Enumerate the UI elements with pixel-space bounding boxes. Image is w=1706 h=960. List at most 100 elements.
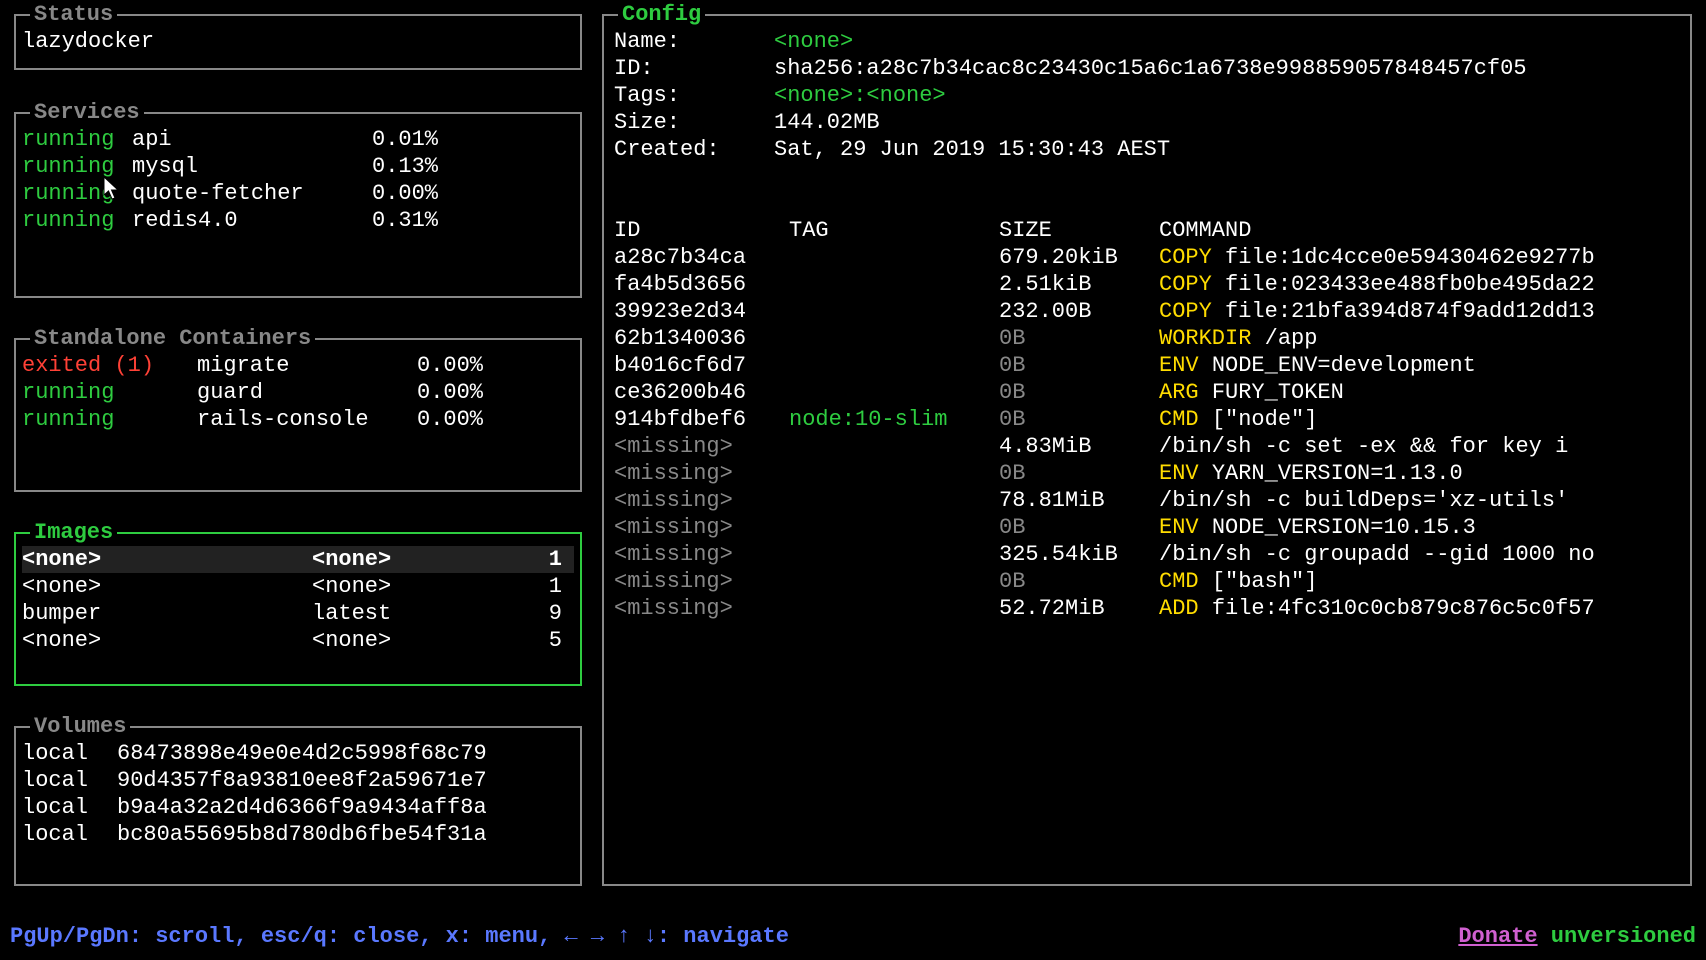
layer-id: <missing>	[614, 541, 789, 568]
service-name: api	[132, 126, 372, 153]
image-row[interactable]: <none><none>1	[22, 546, 574, 573]
layer-row[interactable]: <missing> 325.54kiB/bin/sh -c groupadd --…	[614, 541, 1684, 568]
layer-size: 325.54kiB	[999, 541, 1159, 568]
layer-tag: node:10-slim	[789, 406, 999, 433]
layer-id: 39923e2d34	[614, 298, 789, 325]
layer-size: 2.51kiB	[999, 271, 1159, 298]
container-name: guard	[197, 379, 417, 406]
donate-link[interactable]: Donate	[1458, 924, 1537, 949]
layer-id: <missing>	[614, 487, 789, 514]
container-cpu: 0.00%	[417, 406, 517, 433]
layer-tag	[789, 433, 999, 460]
standalone-panel[interactable]: Standalone Containers exited (1)migrate0…	[14, 338, 582, 492]
config-panel[interactable]: Config Name:<none>ID:sha256:a28c7b34cac8…	[602, 14, 1692, 886]
layer-row[interactable]: <missing>0BENV NODE_VERSION=10.15.3	[614, 514, 1684, 541]
volumes-panel[interactable]: Volumes local68473898e49e0e4d2c5998f68c7…	[14, 726, 582, 886]
layer-row[interactable]: 39923e2d34 232.00BCOPY file:21bfa394d874f…	[614, 298, 1684, 325]
container-cpu: 0.00%	[417, 352, 517, 379]
app-name: lazydocker	[22, 28, 574, 55]
layer-row[interactable]: 914bfdbef6node:10-slim0BCMD ["node"]	[614, 406, 1684, 433]
volume-row[interactable]: localb9a4a32a2d4d6366f9a9434aff8a	[22, 794, 574, 821]
layer-id: fa4b5d3656	[614, 271, 789, 298]
layer-command: /bin/sh -c groupadd --gid 1000 no	[1159, 541, 1595, 568]
config-field: Created:Sat, 29 Jun 2019 15:30:43 AEST	[614, 136, 1684, 163]
layer-tag	[789, 298, 999, 325]
image-row[interactable]: <none><none>5	[22, 627, 574, 654]
config-field: Name:<none>	[614, 28, 1684, 55]
container-row[interactable]: runningguard0.00%	[22, 379, 574, 406]
service-status: running	[22, 180, 132, 207]
layer-id: 62b1340036	[614, 325, 789, 352]
layer-size: 78.81MiB	[999, 487, 1159, 514]
image-tag: <none>	[312, 627, 532, 654]
version-label: unversioned	[1551, 924, 1696, 949]
layer-id: a28c7b34ca	[614, 244, 789, 271]
volume-row[interactable]: local90d4357f8a93810ee8f2a59671e7	[22, 767, 574, 794]
layer-row[interactable]: <missing>0BENV YARN_VERSION=1.13.0	[614, 460, 1684, 487]
service-row[interactable]: runningredis4.00.31%	[22, 207, 574, 234]
config-label: ID:	[614, 55, 774, 82]
volume-row[interactable]: localbc80a55695b8d780db6fbe54f31a	[22, 821, 574, 848]
layer-tag	[789, 514, 999, 541]
image-row[interactable]: bumperlatest9	[22, 600, 574, 627]
volume-name: 68473898e49e0e4d2c5998f68c79	[117, 740, 487, 767]
service-name: quote-fetcher	[132, 180, 372, 207]
layer-tag	[789, 379, 999, 406]
layer-command: ENV YARN_VERSION=1.13.0	[1159, 460, 1463, 487]
layer-row[interactable]: 62b13400360BWORKDIR /app	[614, 325, 1684, 352]
image-repo: <none>	[22, 627, 312, 654]
service-row[interactable]: runningapi0.01%	[22, 126, 574, 153]
service-row[interactable]: runningmysql0.13%	[22, 153, 574, 180]
container-row[interactable]: runningrails-console0.00%	[22, 406, 574, 433]
layer-row[interactable]: b4016cf6d70BENV NODE_ENV=development	[614, 352, 1684, 379]
standalone-title: Standalone Containers	[30, 325, 315, 352]
config-label: Size:	[614, 109, 774, 136]
layer-id: b4016cf6d7	[614, 352, 789, 379]
status-title: Status	[30, 1, 117, 28]
layer-command: /bin/sh -c set -ex && for key i	[1159, 433, 1568, 460]
layer-row[interactable]: a28c7b34ca679.20kiBCOPY file:1dc4cce0e59…	[614, 244, 1684, 271]
images-panel[interactable]: Images <none><none>1<none><none>1bumperl…	[14, 532, 582, 686]
footer-bar: PgUp/PgDn: scroll, esc/q: close, x: menu…	[10, 923, 1696, 950]
volume-row[interactable]: local68473898e49e0e4d2c5998f68c79	[22, 740, 574, 767]
layer-tag	[789, 352, 999, 379]
config-value: <none>	[774, 28, 853, 55]
config-field: Size:144.02MB	[614, 109, 1684, 136]
image-count: 5	[532, 627, 562, 654]
image-repo: <none>	[22, 573, 312, 600]
image-row[interactable]: <none><none>1	[22, 573, 574, 600]
services-title: Services	[30, 99, 144, 126]
service-row[interactable]: runningquote-fetcher0.00%	[22, 180, 574, 207]
container-cpu: 0.00%	[417, 379, 517, 406]
layer-row[interactable]: fa4b5d36562.51kiBCOPY file:023433ee488fb…	[614, 271, 1684, 298]
services-panel[interactable]: Services runningapi0.01%runningmysql0.13…	[14, 112, 582, 298]
layer-command: COPY file:21bfa394d874f9add12dd13	[1159, 298, 1595, 325]
layer-row[interactable]: <missing>78.81MiB/bin/sh -c buildDeps='x…	[614, 487, 1684, 514]
layer-size: 232.00B	[999, 298, 1159, 325]
layer-command: ADD file:4fc310c0cb879c876c5c0f57	[1159, 595, 1595, 622]
layer-command: CMD ["bash"]	[1159, 568, 1317, 595]
volume-name: 90d4357f8a93810ee8f2a59671e7	[117, 767, 487, 794]
layer-id: ce36200b46	[614, 379, 789, 406]
layer-row[interactable]: <missing>4.83MiB/bin/sh -c set -ex && fo…	[614, 433, 1684, 460]
container-row[interactable]: exited (1)migrate0.00%	[22, 352, 574, 379]
layer-row[interactable]: <missing>0BCMD ["bash"]	[614, 568, 1684, 595]
config-label: Name:	[614, 28, 774, 55]
service-status: running	[22, 153, 132, 180]
status-panel[interactable]: Status lazydocker	[14, 14, 582, 70]
image-repo: <none>	[22, 546, 312, 573]
layer-tag	[789, 541, 999, 568]
layer-tag	[789, 325, 999, 352]
container-status: exited (1)	[22, 352, 197, 379]
layer-size: 0B	[999, 352, 1159, 379]
service-cpu: 0.00%	[372, 180, 472, 207]
layer-row[interactable]: ce36200b460BARG FURY_TOKEN	[614, 379, 1684, 406]
footer-hints: PgUp/PgDn: scroll, esc/q: close, x: menu…	[10, 923, 789, 950]
layer-tag	[789, 595, 999, 622]
config-label: Tags:	[614, 82, 774, 109]
layer-row[interactable]: <missing>52.72MiBADD file:4fc310c0cb879c…	[614, 595, 1684, 622]
image-tag: <none>	[312, 573, 532, 600]
layers-header: IDTAGSIZECOMMAND	[614, 217, 1684, 244]
config-label: Created:	[614, 136, 774, 163]
volumes-title: Volumes	[30, 713, 130, 740]
